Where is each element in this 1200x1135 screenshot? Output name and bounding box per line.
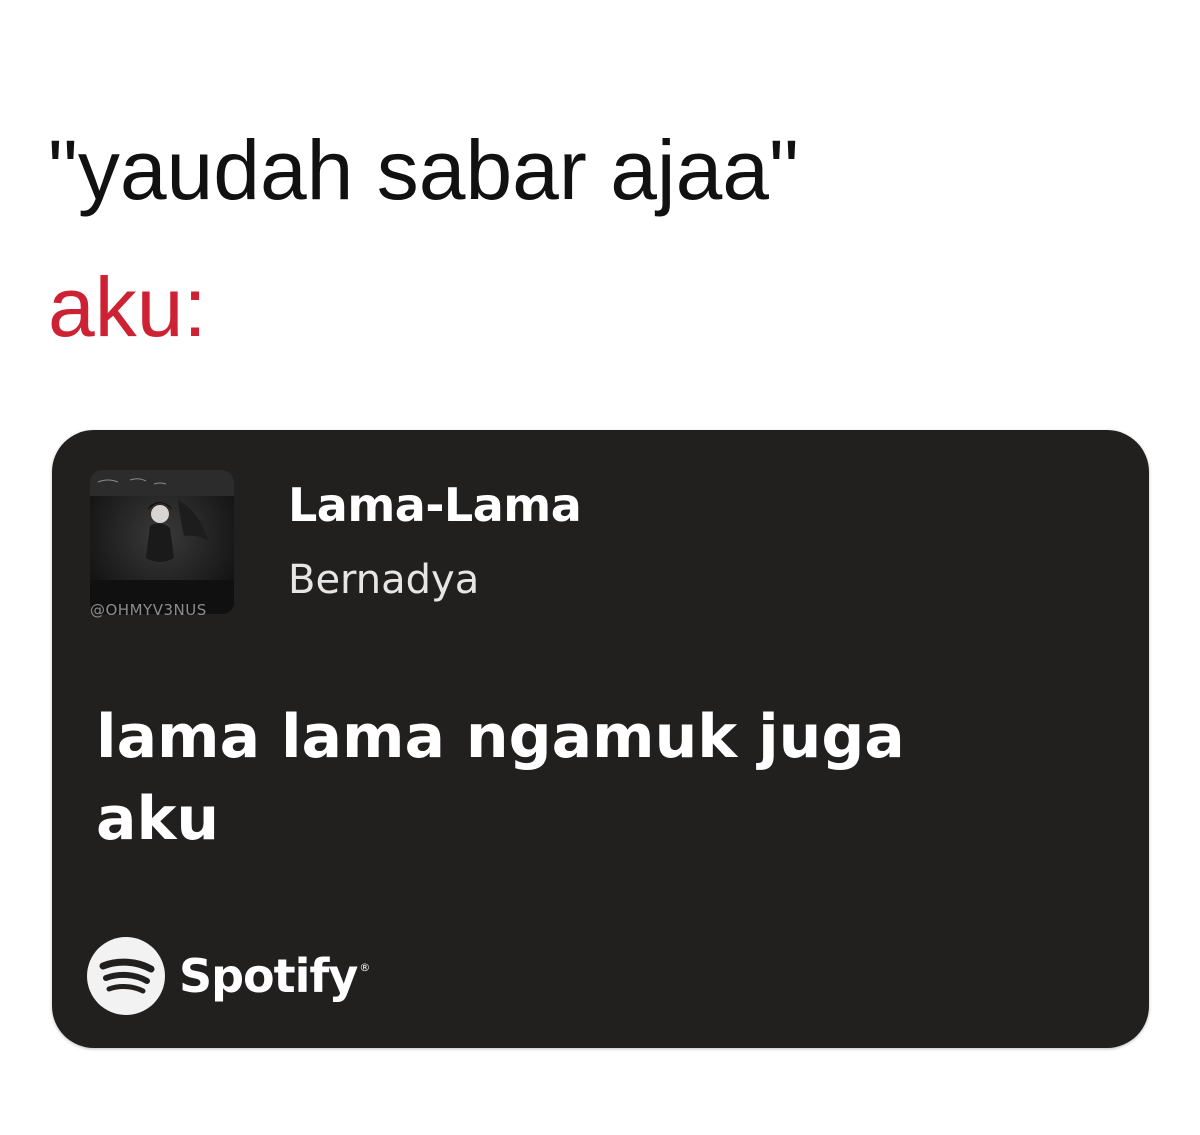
lyric-line-2: aku: [96, 784, 220, 854]
trademark-symbol: ®: [359, 961, 371, 974]
spotify-logo-icon: [87, 937, 165, 1015]
track-title[interactable]: Lama-Lama: [288, 482, 582, 528]
lyric-line-1: lama lama ngamuk juga: [96, 702, 905, 772]
spotify-brand[interactable]: Spotify ®: [85, 935, 370, 1017]
spotify-lyrics-card[interactable]: @OHMYV3NUS Lama-Lama Bernadya lama lama …: [52, 430, 1149, 1048]
lyrics-text: lama lama ngamuk juga aku: [96, 696, 1056, 860]
watermark-text: @OHMYV3NUS: [90, 601, 207, 619]
spotify-wordmark: Spotify: [179, 949, 358, 1003]
album-cover-icon[interactable]: [90, 470, 234, 614]
track-artist[interactable]: Bernadya: [288, 560, 479, 600]
caption-line-2: aku:: [48, 260, 207, 354]
caption-line-1: "yaudah sabar ajaa": [48, 123, 799, 217]
